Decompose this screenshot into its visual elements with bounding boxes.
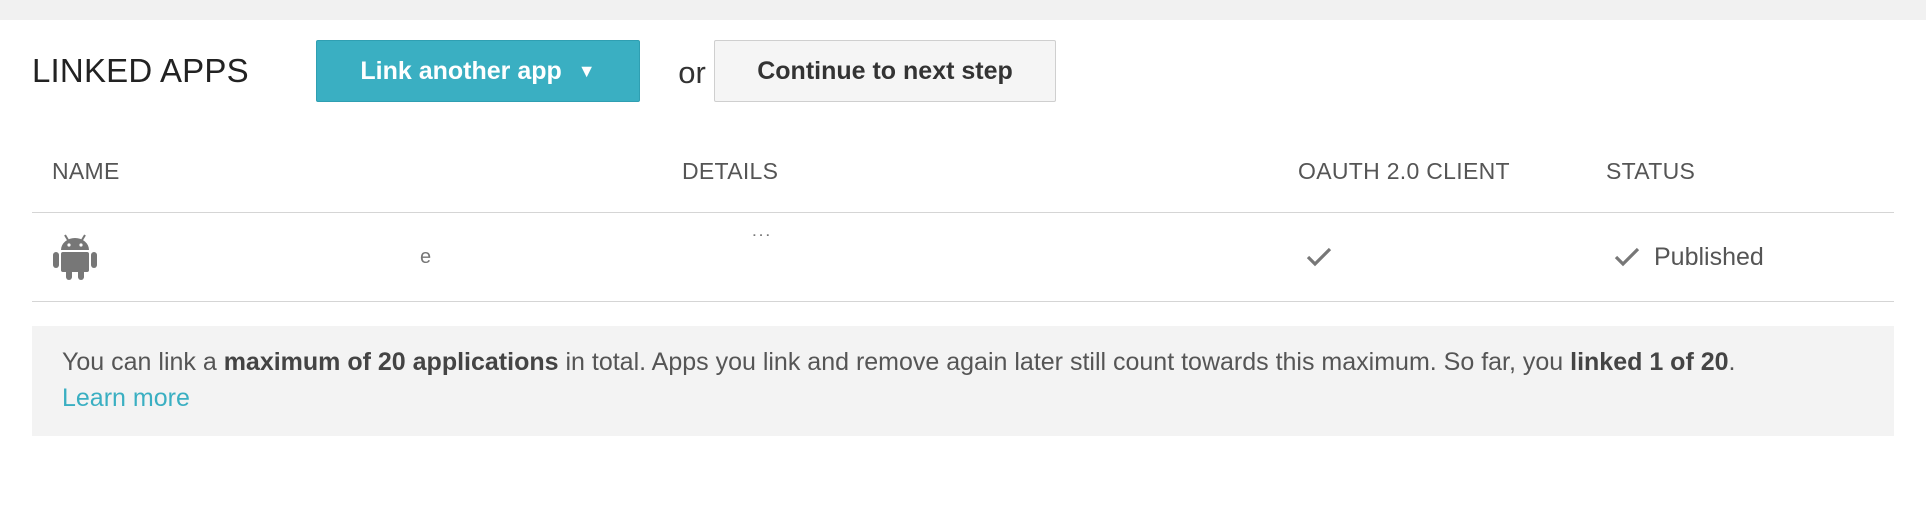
column-header-details: DETAILS bbox=[682, 158, 779, 184]
page-header: LINKED APPS Link another app ▼ or Contin… bbox=[32, 40, 1902, 102]
column-header-name: NAME bbox=[52, 158, 120, 184]
learn-more-link[interactable]: Learn more bbox=[62, 384, 190, 412]
page-title: LINKED APPS bbox=[32, 52, 249, 89]
app-name: e bbox=[420, 245, 432, 268]
linked-apps-table: NAME DETAILS OAUTH 2.0 CLIENT STATUS e ˙… bbox=[32, 140, 1894, 302]
status-check-icon bbox=[1614, 247, 1640, 267]
app-details: ˙˙˙ bbox=[752, 231, 772, 254]
table-row[interactable]: e ˙˙˙ Published bbox=[32, 213, 1894, 302]
notice-text: in total. Apps you link and remove again… bbox=[558, 348, 1571, 376]
continue-next-step-button[interactable]: Continue to next step bbox=[714, 40, 1056, 102]
status-cell: Published bbox=[1614, 213, 1764, 301]
top-strip bbox=[0, 0, 1926, 20]
notice-linked-count: linked 1 of 20 bbox=[1570, 348, 1729, 376]
android-icon bbox=[52, 213, 98, 301]
continue-next-step-label: Continue to next step bbox=[757, 56, 1013, 85]
status-label: Published bbox=[1654, 242, 1764, 271]
link-another-app-button[interactable]: Link another app ▼ bbox=[316, 40, 640, 102]
notice-text: You can link a bbox=[62, 348, 224, 376]
table-header: NAME DETAILS OAUTH 2.0 CLIENT STATUS bbox=[32, 140, 1894, 213]
oauth-check-icon bbox=[1306, 213, 1332, 301]
column-header-status: STATUS bbox=[1606, 158, 1696, 184]
link-limit-notice: You can link a maximum of 20 application… bbox=[32, 326, 1894, 436]
link-another-app-label: Link another app bbox=[360, 56, 562, 85]
notice-max-apps: maximum of 20 applications bbox=[223, 348, 559, 376]
column-header-oauth: OAUTH 2.0 CLIENT bbox=[1298, 158, 1510, 184]
caret-down-icon: ▼ bbox=[577, 61, 596, 81]
notice-text: . bbox=[1728, 348, 1736, 376]
